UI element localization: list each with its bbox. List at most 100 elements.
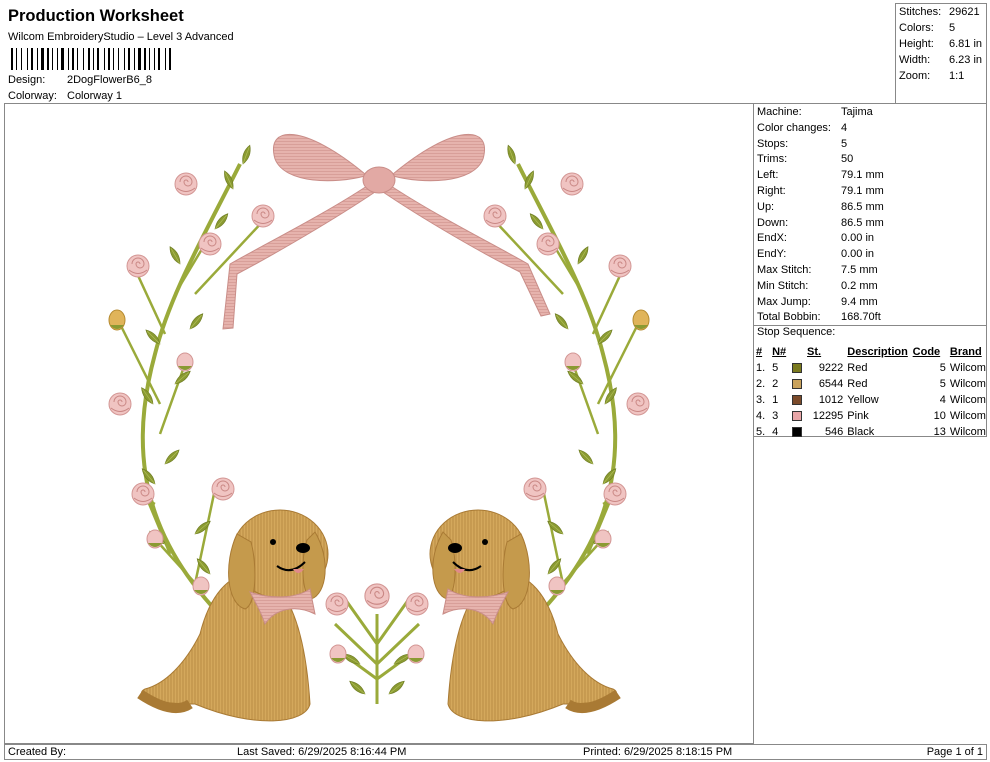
- info-value: 86.5 mm: [841, 200, 884, 213]
- swatch-box: [791, 363, 802, 374]
- swatch-box: [791, 379, 802, 390]
- worksheet-footer: Created By: Last Saved: 6/29/2025 8:16:4…: [4, 744, 987, 760]
- table-row: 1. 5 9222 Red 5 Wilcom: [756, 360, 986, 376]
- stop-sequence-title: Stop Sequence:: [757, 326, 836, 338]
- swatch-box: [791, 411, 802, 422]
- stat-zoom: Zoom: 1:1: [899, 70, 965, 82]
- info-value: 0.2 mm: [841, 279, 878, 292]
- info-value: 79.1 mm: [841, 185, 884, 197]
- center-bouquet: [325, 583, 429, 704]
- info-value: 7.5 mm: [841, 264, 878, 276]
- info-label: Min Stitch:: [757, 279, 809, 292]
- info-value: 168.70ft: [841, 311, 881, 324]
- color-description: Red: [847, 362, 868, 374]
- needle-number: 4: [772, 426, 779, 438]
- color-description: Red: [847, 378, 868, 390]
- info-row: Trims: 50: [757, 153, 853, 165]
- info-row: EndY: 0.00 in: [757, 248, 874, 260]
- thread-code: 13: [933, 426, 946, 438]
- info-label: Right:: [757, 185, 786, 197]
- colorway-row: Colorway: Colorway 1: [8, 90, 122, 102]
- info-row: Down: 86.5 mm: [757, 217, 884, 229]
- thread-brand: Wilcom: [949, 362, 986, 374]
- table-row: 3. 1 1012 Yellow 4 Wilcom: [756, 392, 986, 408]
- col-description: Description: [847, 346, 908, 358]
- row-number: 2.: [756, 378, 766, 390]
- info-label: Total Bobbin:: [757, 311, 821, 324]
- thread-brand: Wilcom: [949, 378, 986, 390]
- stitch-count: 9222: [818, 362, 844, 374]
- stat-stitches: Stitches: 29621: [899, 6, 980, 18]
- color-description: Pink: [847, 410, 869, 422]
- col-stitches: St.: [807, 346, 822, 358]
- stitch-count: 1012: [818, 394, 844, 406]
- col-code: Code: [912, 346, 941, 358]
- info-value: 4: [841, 121, 848, 134]
- needle-number: 2: [772, 378, 779, 390]
- stitch-count: 6544: [818, 378, 844, 390]
- colorway-value: Colorway 1: [67, 90, 123, 102]
- table-row: 5. 4 546 Black 13 Wilcom: [756, 424, 986, 440]
- row-number: 4.: [756, 410, 766, 422]
- thread-brand: Wilcom: [949, 410, 986, 422]
- page-number: Page 1 of 1: [926, 746, 983, 758]
- design-row: Design: 2DogFlowerB6_8: [8, 74, 152, 86]
- embroidery-design: [108, 133, 650, 722]
- info-label: Down:: [757, 216, 789, 229]
- info-label: Up:: [757, 200, 775, 213]
- info-label: EndX:: [757, 232, 787, 245]
- machine-info-panel: Machine: Tajima Color changes: 4 Stops: 5 Trim…: [753, 103, 987, 440]
- info-value: 0.00 in: [841, 248, 875, 261]
- info-row: Total Bobbin: 168.70ft: [757, 311, 881, 323]
- info-value: 9.4 mm: [841, 295, 878, 308]
- swatch-box: [791, 427, 802, 438]
- table-header: # N# St. Description Code Brand: [756, 344, 986, 360]
- info-row: Max Jump: 9.4 mm: [757, 296, 878, 308]
- col-swatch: [789, 344, 807, 360]
- design-stats: Stitches: 29621 Colors: 5 Height: 6.81 in W…: [895, 3, 987, 104]
- table-row: 2. 2 6544 Red 5 Wilcom: [756, 376, 986, 392]
- thread-brand: Wilcom: [949, 426, 986, 438]
- info-value: 86.5 mm: [841, 216, 884, 229]
- thread-code: 4: [939, 394, 946, 406]
- color-swatch: [789, 408, 807, 424]
- barcode: [11, 48, 171, 70]
- swatch-box: [791, 395, 802, 406]
- stat-colors: Colors: 5: [899, 22, 956, 34]
- info-value: 79.1 mm: [841, 169, 884, 182]
- stitch-count: 12295: [812, 410, 844, 422]
- design-label: Design:: [8, 74, 46, 86]
- col-needle: N#: [772, 346, 787, 358]
- info-row: Max Stitch: 7.5 mm: [757, 264, 878, 276]
- page-title: Production Worksheet: [8, 7, 184, 25]
- table-row: 4. 3 12295 Pink 10 Wilcom: [756, 408, 986, 424]
- info-value: 5: [841, 137, 848, 150]
- created-by: Created By:: [8, 746, 67, 758]
- row-number: 5.: [756, 426, 766, 438]
- colorway-label: Colorway:: [8, 90, 57, 102]
- col-brand: Brand: [949, 346, 982, 358]
- stat-width: Width: 6.23 in: [899, 54, 983, 66]
- info-value: 50: [841, 153, 854, 166]
- color-swatch: [789, 392, 807, 408]
- worksheet-header: Production Worksheet Wilcom EmbroiderySt…: [4, 3, 895, 104]
- printed-date: Printed: 6/29/2025 8:18:15 PM: [583, 746, 733, 758]
- color-description: Black: [847, 426, 875, 438]
- info-label: Color changes:: [757, 121, 831, 134]
- design-preview: [4, 103, 754, 744]
- stop-sequence-table: # N# St. Description Code Brand 1. 5 9222 R…: [756, 344, 986, 440]
- thread-code: 5: [939, 378, 946, 390]
- info-label: Max Jump:: [757, 295, 811, 308]
- info-label: Stops:: [757, 137, 789, 150]
- info-value: 0.00 in: [841, 232, 875, 245]
- pink-bow: [222, 133, 551, 330]
- thread-code: 10: [933, 410, 946, 422]
- info-label: Left:: [757, 169, 779, 182]
- info-label: Max Stitch:: [757, 264, 812, 276]
- thread-brand: Wilcom: [949, 394, 986, 406]
- info-row: EndX: 0.00 in: [757, 232, 874, 244]
- row-number: 3.: [756, 394, 766, 406]
- color-swatch: [789, 376, 807, 392]
- info-row: Machine: Tajima: [757, 106, 873, 118]
- info-row: Color changes: 4: [757, 122, 847, 134]
